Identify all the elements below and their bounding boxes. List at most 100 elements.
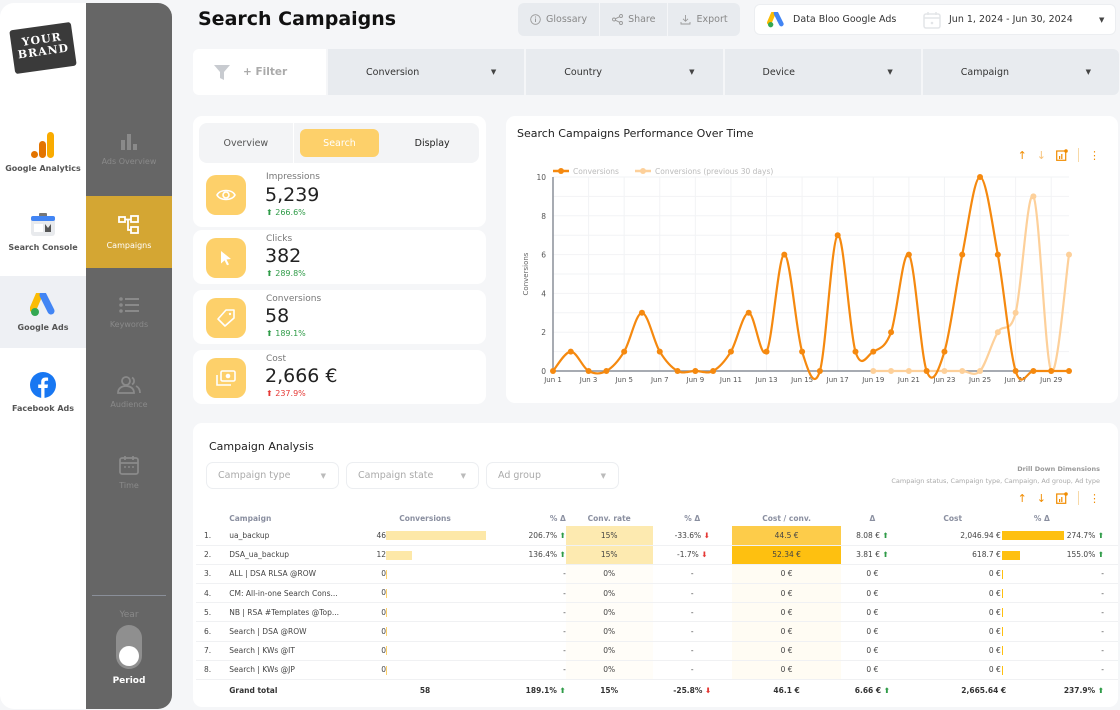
filter-label: Conversion xyxy=(366,66,420,78)
conversions-bar xyxy=(386,665,388,675)
sort-ascending-icon[interactable]: ↑ xyxy=(1018,492,1027,505)
filter-label: Device xyxy=(762,66,796,78)
conv-rate-delta: - xyxy=(652,660,732,681)
campaign-name[interactable]: NB | RSA #Templates @Top... xyxy=(229,602,365,623)
cost-value: 0 € xyxy=(903,660,1002,681)
conversions-bar xyxy=(386,588,388,598)
section-nav: Ads Overview Campaigns Keywords Audience… xyxy=(86,3,172,709)
sort-descending-icon[interactable]: ↓ xyxy=(1037,149,1046,162)
campaign-name[interactable]: CM: All-in-one Search Cons... xyxy=(229,583,365,604)
source-google-analytics[interactable]: Google Analytics xyxy=(0,116,86,188)
kpi-delta: ⬆ 189.1% xyxy=(266,329,306,338)
cost-per-conversion-delta: 0 € xyxy=(841,602,904,623)
column-header-rate-delta[interactable]: % Δ xyxy=(653,511,732,526)
column-header-conversions[interactable]: Conversions xyxy=(364,511,486,526)
section-title: Campaign Analysis xyxy=(209,440,314,453)
brand-logo[interactable]: YOUR BRAND xyxy=(8,21,78,75)
column-header-cost-per-conv[interactable]: Cost / conv. xyxy=(732,511,841,526)
tab-search[interactable]: Search xyxy=(299,129,380,157)
tab-display[interactable]: Display xyxy=(385,123,479,163)
conv-rate-delta: - xyxy=(652,621,732,642)
kpi-card-impressions: Overview Search Display Impressions 5,23… xyxy=(193,116,486,227)
chart-settings-icon[interactable] xyxy=(1056,492,1068,504)
data-source-date-control: Data Bloo Google Ads Jun 1, 2024 - Jun 3… xyxy=(754,4,1116,35)
table-row[interactable]: 4. CM: All-in-one Search Cons... 0-0% -0 €0… xyxy=(196,583,1118,604)
export-button[interactable]: Export xyxy=(668,3,739,36)
glossary-button[interactable]: Glossary xyxy=(518,3,601,36)
nav-ads-overview[interactable]: Ads Overview xyxy=(86,113,172,185)
column-header-cost-delta[interactable]: % Δ xyxy=(1002,511,1064,526)
source-facebook-ads[interactable]: Facebook Ads xyxy=(0,356,86,428)
trend-arrow-icon: ⬇ xyxy=(701,530,710,540)
legend-marker xyxy=(640,168,646,174)
add-filter-button[interactable]: + Filter xyxy=(193,49,326,95)
nav-keywords[interactable]: Keywords xyxy=(86,276,172,348)
google-analytics-icon xyxy=(31,131,54,158)
filter-campaign[interactable]: Campaign ▼ xyxy=(920,49,1119,95)
cost-bar-cell xyxy=(1001,660,1064,681)
data-point-previous xyxy=(1030,193,1037,200)
total-cost: 2,665.64 € xyxy=(904,680,1064,701)
more-options-icon[interactable]: ⋮ xyxy=(1089,149,1100,162)
more-options-icon[interactable]: ⋮ xyxy=(1089,492,1100,505)
source-search-console[interactable]: Search Console xyxy=(0,196,86,268)
source-label: Google Analytics xyxy=(5,163,81,173)
filter-device[interactable]: Device ▼ xyxy=(722,49,921,95)
trend-arrow-icon: ⬇ xyxy=(698,550,708,560)
data-point-conversions xyxy=(763,348,770,355)
share-button[interactable]: Share xyxy=(600,3,669,36)
column-header-conv-delta[interactable]: % Δ xyxy=(486,511,566,526)
delta-value: - xyxy=(563,569,566,579)
cell-value: 6.66 € xyxy=(854,685,882,695)
table-row[interactable]: 6. Search | DSA @ROW 0-0% -0 €0 €0 € - xyxy=(196,621,1118,642)
nav-time[interactable]: Time xyxy=(86,436,172,508)
sort-descending-icon[interactable]: ↓ xyxy=(1037,492,1046,505)
filter-conversion[interactable]: Conversion ▼ xyxy=(326,49,525,95)
table-row[interactable]: 1. ua_backup 46 206.7% ⬆ 15% -33.6% ⬇ 44.5 €8.… xyxy=(196,526,1118,546)
source-google-ads[interactable]: Google Ads xyxy=(0,276,86,348)
date-range-caret-icon[interactable]: ▼ xyxy=(1099,16,1104,24)
table-row[interactable]: 5. NB | RSA #Templates @Top... 0-0% -0 €0 €… xyxy=(196,602,1118,623)
legend-marker xyxy=(558,168,564,174)
data-point-conversions xyxy=(959,251,966,258)
campaign-state-dropdown[interactable]: Campaign state ▼ xyxy=(346,462,479,489)
filter-label: Campaign xyxy=(960,66,1010,78)
campaign-name[interactable]: ua_backup xyxy=(229,526,365,546)
kpi-icon-box xyxy=(206,238,246,278)
hierarchy-icon xyxy=(118,214,139,234)
data-point-previous xyxy=(941,368,948,374)
nav-audience[interactable]: Audience xyxy=(86,356,172,428)
table-row[interactable]: 3. ALL | DSA RLSA @ROW 0-0% -0 €0 €0 € - xyxy=(196,564,1118,585)
campaign-name[interactable]: ALL | DSA RLSA @ROW xyxy=(229,564,365,585)
campaign-type-dropdown[interactable]: Campaign type ▼ xyxy=(206,462,339,489)
table-row[interactable]: 8. Search | KWs @JP 0-0% -0 €0 €0 € - xyxy=(196,660,1118,681)
ad-group-dropdown[interactable]: Ad group ▼ xyxy=(486,462,619,489)
cost-per-conversion: 52.34 € xyxy=(731,545,842,565)
table-row[interactable]: 2. DSA_ua_backup 12 136.4% ⬆ 15% -1.7% ⬇ 52.34… xyxy=(196,545,1118,565)
campaign-name[interactable]: Search | KWs @IT xyxy=(229,641,365,661)
column-header-cost[interactable]: Cost xyxy=(904,511,1002,526)
kpi-card-clicks: Clicks 382 ⬆ 289.8% xyxy=(193,230,486,284)
data-point-conversions xyxy=(656,348,663,355)
year-period-toggle[interactable] xyxy=(116,625,142,669)
dropdown-label: Campaign type xyxy=(218,470,291,481)
campaign-name[interactable]: Search | KWs @JP xyxy=(229,660,365,681)
cost-bar xyxy=(1001,608,1003,618)
delta-value: - xyxy=(563,646,566,656)
tab-overview[interactable]: Overview xyxy=(199,123,294,163)
sort-ascending-icon[interactable]: ↑ xyxy=(1018,149,1027,162)
data-source-selector[interactable]: Data Bloo Google Ads xyxy=(793,14,923,25)
column-header-cpc-delta[interactable]: Δ xyxy=(841,511,903,526)
chart-settings-icon[interactable] xyxy=(1056,149,1068,161)
date-range-picker[interactable]: Jun 1, 2024 - Jun 30, 2024 xyxy=(949,14,1099,25)
campaign-name[interactable]: Search | DSA @ROW xyxy=(229,621,365,642)
column-header-conv-rate[interactable]: Conv. rate xyxy=(566,511,653,526)
nav-campaigns[interactable]: Campaigns xyxy=(86,196,172,268)
x-tick-label: Jun 13 xyxy=(754,376,777,384)
filter-country[interactable]: Country ▼ xyxy=(524,49,723,95)
table-row[interactable]: 7. Search | KWs @IT 0-0% -0 €0 €0 € - xyxy=(196,641,1118,661)
conversions-bar xyxy=(386,550,413,560)
toggle-knob xyxy=(119,646,139,666)
column-header-campaign[interactable]: Campaign xyxy=(229,511,364,526)
campaign-name[interactable]: DSA_ua_backup xyxy=(229,545,365,565)
